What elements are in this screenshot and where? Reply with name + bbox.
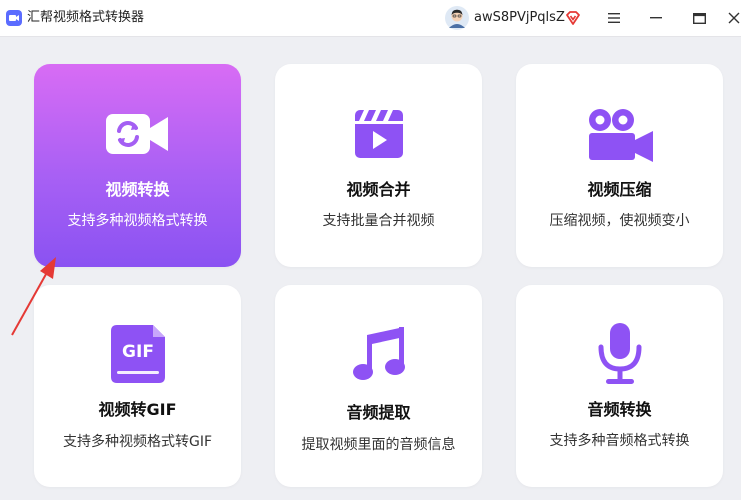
app-logo-icon — [6, 10, 22, 26]
card-description: 压缩视频，使视频变小 — [549, 213, 690, 229]
username[interactable]: awS8PVjPqlsZ — [474, 10, 565, 26]
card-title: 音频转换 — [587, 400, 652, 419]
card-description: 支持多种视频格式转GIF — [62, 434, 213, 450]
clapperboard-icon — [354, 110, 403, 158]
close-button[interactable] — [728, 8, 741, 28]
card-title: 视频转GIF — [98, 400, 177, 419]
card-video-compress[interactable]: 视频压缩 压缩视频，使视频变小 — [516, 64, 723, 267]
card-description: 支持多种视频格式转换 — [67, 213, 208, 229]
gif-file-icon: GIF — [110, 325, 165, 383]
video-convert-icon — [105, 114, 168, 154]
maximize-button[interactable] — [689, 8, 709, 28]
music-note-icon — [352, 327, 405, 380]
card-audio-extract[interactable]: 音频提取 提取视频里面的音频信息 — [275, 285, 482, 487]
card-title: 音频提取 — [346, 403, 411, 422]
card-title: 视频合并 — [346, 180, 411, 199]
card-video-convert[interactable]: 视频转换 支持多种视频格式转换 — [34, 64, 241, 267]
card-video-merge[interactable]: 视频合并 支持批量合并视频 — [275, 64, 482, 267]
card-audio-convert[interactable]: 音频转换 支持多种音频格式转换 — [516, 285, 723, 487]
minimize-button[interactable] — [646, 8, 666, 28]
vip-diamond-icon[interactable] — [565, 10, 581, 26]
title-bar: 汇帮视频格式转换器 awS8PVjPqlsZ — [0, 0, 741, 37]
video-camera-icon — [588, 109, 653, 162]
gif-icon-label: GIF — [122, 342, 154, 362]
card-title: 视频转换 — [105, 180, 170, 199]
avatar-icon[interactable] — [445, 6, 469, 30]
card-description: 支持多种音频格式转换 — [549, 433, 690, 449]
annotation-arrow-icon — [11, 257, 56, 336]
maximize-icon — [692, 12, 706, 24]
microphone-icon — [598, 323, 641, 384]
close-icon — [728, 12, 740, 24]
card-description: 提取视频里面的音频信息 — [301, 437, 456, 453]
menu-icon — [608, 13, 620, 23]
card-description: 支持批量合并视频 — [322, 213, 435, 229]
menu-button[interactable] — [604, 8, 624, 28]
minimize-icon — [650, 17, 662, 19]
card-title: 视频压缩 — [587, 180, 652, 199]
app-title: 汇帮视频格式转换器 — [27, 10, 145, 25]
